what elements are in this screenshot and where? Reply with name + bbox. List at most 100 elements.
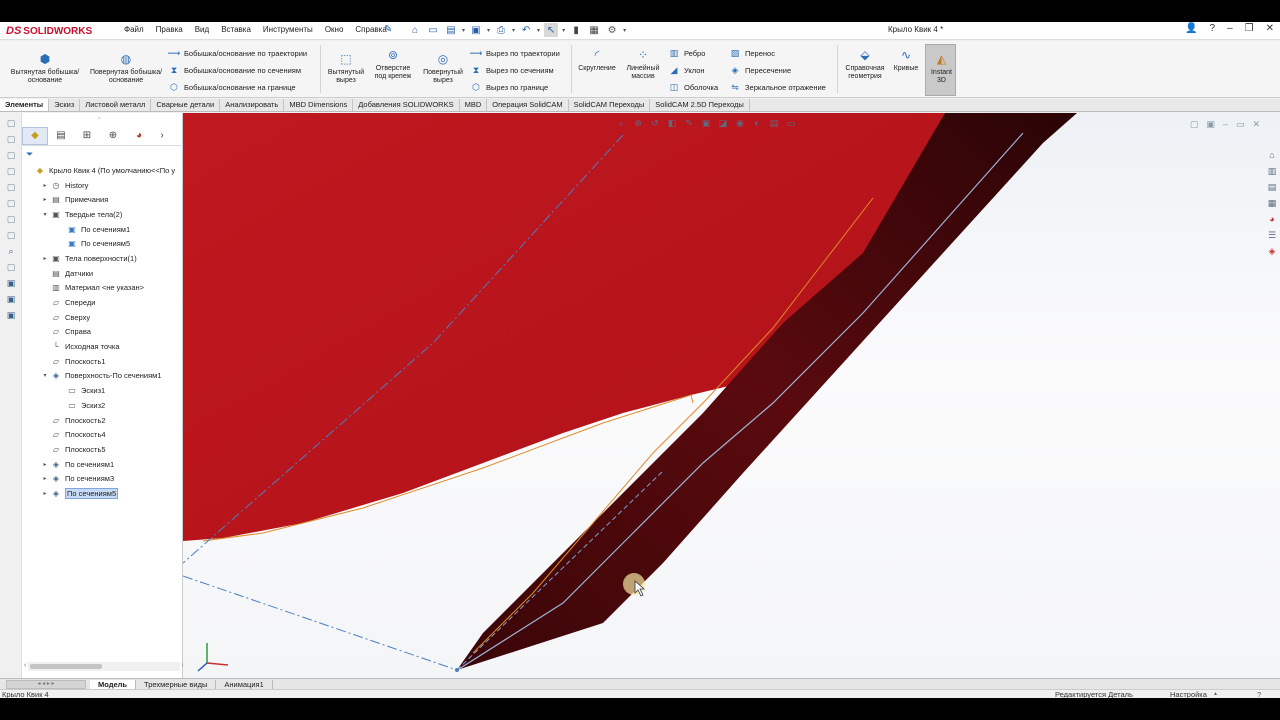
tab-mbd[interactable]: MBD [460, 99, 488, 111]
tree-item[interactable]: ▱ Справа [22, 325, 183, 340]
wrap-button[interactable]: ▨ Перенос [729, 47, 775, 59]
custom-properties-icon[interactable]: ☰ [1266, 229, 1278, 241]
boundary-boss-button[interactable]: ⬡ Бобышка/основание на границе [168, 81, 296, 93]
shell-button[interactable]: ◫ Оболочка [668, 81, 718, 93]
chevron-down-icon[interactable]: ▾ [512, 27, 515, 34]
tab-weldments[interactable]: Сварные детали [151, 99, 221, 111]
tab-3d-views[interactable]: Трехмерные виды [136, 679, 217, 689]
minimize-button[interactable]: – [1227, 23, 1233, 34]
sketch-point[interactable] [455, 668, 459, 672]
traffic-light-icon[interactable]: ▮ [569, 23, 583, 37]
intersect-button[interactable]: ◈ Пересечение [729, 64, 792, 76]
search-icon[interactable]: ⌕ [5, 245, 17, 257]
viewport-maximize-icon[interactable]: ▭ [1236, 119, 1245, 130]
feature-manager-tab-icon[interactable]: ◆ [22, 126, 48, 145]
edit-appearance-icon[interactable]: ◐ [751, 117, 763, 129]
chevron-down-icon[interactable]: ▾ [487, 27, 490, 34]
model-viewport[interactable] [183, 113, 1280, 683]
chevron-right-icon[interactable]: ▸ [40, 255, 50, 262]
view-orientation-icon[interactable]: ▣ [700, 117, 712, 129]
appearances-icon[interactable]: ◕ [1266, 213, 1278, 225]
chevron-right-icon[interactable]: ▸ [40, 461, 50, 468]
design-library-icon[interactable]: ▥ [1266, 165, 1278, 177]
tree-item[interactable]: ▸ ◈ По сечениям3 [22, 471, 183, 486]
home-icon[interactable]: ⌂ [408, 23, 422, 37]
extruded-cut-button[interactable]: ⬚ Вытянутый вырез [326, 51, 366, 85]
tool-icon[interactable]: ▣ [5, 309, 17, 321]
tree-item[interactable]: ▸ ◷ History [22, 178, 183, 193]
tool-icon[interactable]: ▢ [5, 133, 17, 145]
tree-item[interactable]: ◆ Крыло Квик 4 (По умолчанию<<По у [22, 163, 183, 178]
tool-icon[interactable]: ▢ [5, 261, 17, 273]
menu-insert[interactable]: Вставка [215, 25, 257, 34]
tab-mbd-dimensions[interactable]: MBD Dimensions [284, 99, 354, 111]
tree-item[interactable]: ▱ Сверху [22, 310, 183, 325]
open-folder-icon[interactable]: ▤ [444, 23, 458, 37]
revolved-cut-button[interactable]: ◎ Повернутый вырез [420, 51, 466, 85]
configuration-manager-tab-icon[interactable]: ⊞ [74, 127, 100, 145]
scrollbar-thumb[interactable] [30, 664, 102, 669]
undo-icon[interactable]: ↶ [519, 23, 533, 37]
user-account-icon[interactable]: 👤 [1185, 23, 1197, 34]
boundary-cut-button[interactable]: ⬡ Вырез по границе [470, 81, 548, 93]
tree-item[interactable]: ▸ ▣ Тела поверхности(1) [22, 251, 183, 266]
tool-icon[interactable]: ▢ [5, 181, 17, 193]
tree-item[interactable]: ▭ Эскиз1 [22, 383, 183, 398]
tree-item[interactable]: ▸ ◈ По сечениям1 [22, 457, 183, 472]
select-cursor-icon[interactable]: ↖ [544, 23, 559, 37]
horizontal-scrollbar[interactable]: ‹ › [24, 662, 184, 671]
section-view-icon[interactable]: ◧ [666, 117, 678, 129]
tab-model[interactable]: Модель [90, 679, 137, 689]
display-style-icon[interactable]: ◪ [717, 117, 729, 129]
tool-icon[interactable]: ▣ [5, 277, 17, 289]
tool-icon[interactable]: ▢ [5, 165, 17, 177]
swept-cut-button[interactable]: ⟿ Вырез по траектории [470, 47, 560, 59]
menu-window[interactable]: Окно [319, 25, 350, 34]
chevron-right-icon[interactable]: ▸ [40, 475, 50, 482]
close-button[interactable]: ✕ [1266, 23, 1274, 34]
apply-scene-icon[interactable]: ▤ [768, 117, 780, 129]
tool-icon[interactable]: ▢ [5, 213, 17, 225]
viewport-close-icon[interactable]: ✕ [1252, 119, 1260, 130]
solidcam-icon[interactable]: ◈ [1266, 245, 1278, 257]
view-palette-icon[interactable]: ▦ [1266, 197, 1278, 209]
tree-item[interactable]: ▾ ◈ Поверхность-По сечениям1 [22, 369, 183, 384]
tool-icon[interactable]: ▢ [5, 149, 17, 161]
dimxpert-manager-tab-icon[interactable]: ⊕ [100, 127, 126, 145]
save-icon[interactable]: ▣ [469, 23, 483, 37]
panel-collapse-icon[interactable]: ◦ [98, 115, 100, 122]
tab-features[interactable]: Элементы [0, 99, 50, 111]
chevron-right-icon[interactable]: › [152, 127, 172, 145]
rebuild-icon[interactable]: ▦ [587, 23, 601, 37]
draft-button[interactable]: ◢ Уклон [668, 64, 705, 76]
new-document-icon[interactable]: ▭ [426, 23, 440, 37]
chevron-up-icon[interactable]: ▴ [1214, 690, 1217, 697]
revolved-boss-button[interactable]: ◍ Повернутая бобышка/основание [88, 51, 164, 85]
display-manager-tab-icon[interactable]: ◕ [126, 127, 152, 145]
curves-button[interactable]: ∿ Кривые [890, 47, 922, 73]
view-settings-icon[interactable]: ▭ [785, 117, 797, 129]
tab-sheet-metal[interactable]: Листовой металл [80, 99, 152, 111]
swept-boss-button[interactable]: ⟿ Бобышка/основание по траектории [168, 47, 308, 59]
tree-item[interactable]: ▸ ◈ По сечениям5 [22, 486, 183, 501]
hole-wizard-button[interactable]: ⊚ Отверстие под крепеж [370, 47, 416, 81]
viewport-restore-icon[interactable]: ▢ [1190, 119, 1199, 130]
tree-item[interactable]: ▱ Плоскость1 [22, 354, 183, 369]
tree-item[interactable]: └ Исходная точка [22, 339, 183, 354]
previous-view-icon[interactable]: ↺ [649, 117, 661, 129]
chevron-right-icon[interactable]: ▸ [40, 182, 50, 189]
tool-icon[interactable]: ▢ [5, 117, 17, 129]
tab-navigation-arrows[interactable]: ◂ ◂ ▸ ▸ [6, 679, 86, 689]
chevron-down-icon[interactable]: ▾ [562, 27, 565, 34]
solidworks-logo[interactable]: DS SOLIDWORKS [6, 24, 92, 38]
tree-item[interactable]: ▱ Плоскость5 [22, 442, 183, 457]
viewport-tile-icon[interactable]: ▣ [1206, 119, 1215, 130]
mirror-button[interactable]: ⇋ Зеркальное отражение [729, 81, 826, 93]
menu-view[interactable]: Вид [189, 25, 215, 34]
linear-pattern-button[interactable]: ⁘ Линейный массив [622, 47, 664, 81]
reference-geometry-button[interactable]: ⬙ Справочная геометрия [842, 47, 888, 81]
print-icon[interactable]: ⎙ [494, 23, 508, 37]
file-explorer-icon[interactable]: ▤ [1266, 181, 1278, 193]
pin-menu-icon[interactable]: ✎ [384, 24, 392, 35]
tool-icon[interactable]: ▢ [5, 229, 17, 241]
